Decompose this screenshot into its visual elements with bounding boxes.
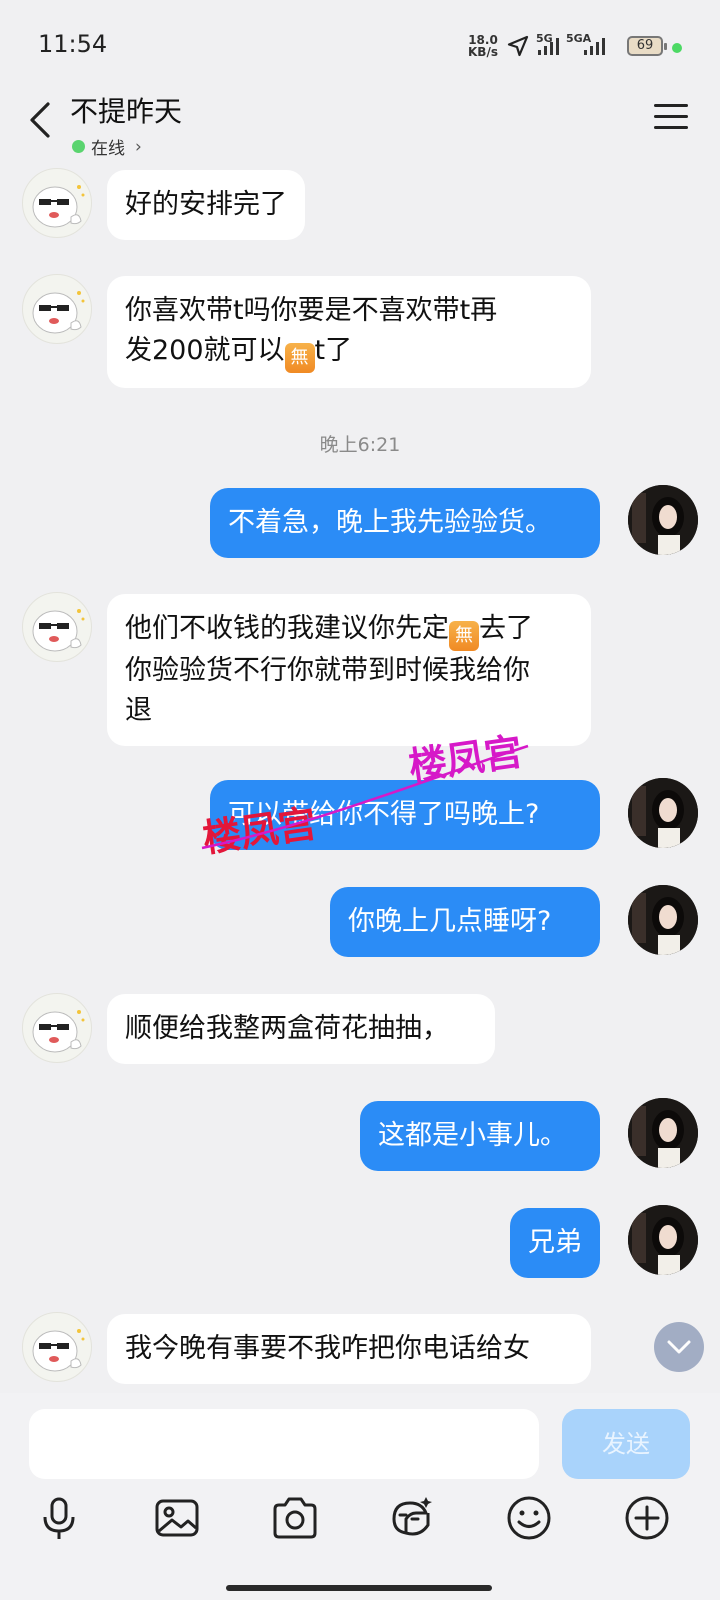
cat-sticker-icon	[32, 291, 85, 334]
profile-photo-icon	[628, 485, 698, 555]
time-separator: 晚上6:21	[319, 434, 401, 456]
emoji-icon: 無	[449, 621, 479, 651]
contact-avatar[interactable]	[22, 1312, 92, 1382]
contact-avatar[interactable]	[22, 592, 92, 662]
online-status-text: 在线	[91, 139, 125, 159]
back-arrow-icon[interactable]	[26, 100, 56, 140]
message-text: 他们不收钱的我建议你先定	[125, 613, 449, 644]
sticker-icon[interactable]	[386, 1493, 436, 1543]
cat-sticker-icon	[32, 1329, 85, 1372]
emoji-icon: 無	[284, 343, 315, 373]
message-bubble-incoming[interactable]: 好的安排完了	[107, 170, 305, 240]
chat-title[interactable]: 不提昨天	[70, 90, 182, 130]
watermark-swoosh	[201, 744, 529, 850]
net-speed-unit: KB/s	[468, 45, 498, 59]
input-area: 发送	[0, 1393, 720, 1600]
contact-avatar[interactable]	[22, 274, 92, 344]
message-input[interactable]	[29, 1409, 539, 1479]
message-bubble-incoming[interactable]: 我今晚有事要不我咋把你电话给女	[107, 1314, 591, 1384]
message-bubble-outgoing[interactable]: 不着急，晚上我先验验货。	[210, 488, 600, 558]
message-clip-region: 我今晚有事要不我咋把你电话给女	[0, 1300, 720, 1393]
image-icon[interactable]	[152, 1493, 202, 1543]
profile-photo-icon	[628, 1098, 698, 1168]
menu-icon[interactable]	[654, 104, 688, 132]
cat-sticker-icon	[32, 1010, 85, 1053]
net-speed: 18.0 KB/s	[468, 34, 498, 58]
chevron-down-icon	[667, 1340, 691, 1354]
signal-bars-icon	[584, 38, 605, 55]
message-bubble-incoming[interactable]: 他们不收钱的我建议你先定無去了 你验验货不行你就带到时候我给你 退	[107, 594, 591, 746]
my-avatar[interactable]	[628, 778, 698, 848]
signal-bars-icon	[538, 38, 559, 55]
my-avatar[interactable]	[628, 485, 698, 555]
message-text: t了	[314, 335, 353, 366]
message-bubble-incoming[interactable]: 你喜欢带t吗你要是不喜欢带t再 发200就可以無 t了	[107, 276, 591, 388]
contact-avatar[interactable]	[22, 168, 92, 238]
my-avatar[interactable]	[628, 1205, 698, 1275]
camera-icon[interactable]	[270, 1493, 320, 1543]
home-indicator[interactable]	[226, 1585, 492, 1591]
scroll-to-bottom-button[interactable]	[654, 1322, 704, 1372]
online-status[interactable]: 在线 ›	[72, 134, 142, 159]
profile-photo-icon	[628, 1205, 698, 1275]
message-bubble-outgoing[interactable]: 兄弟	[510, 1208, 600, 1278]
message-bubble-incoming[interactable]: 顺便给我整两盒荷花抽抽，	[107, 994, 495, 1064]
plus-icon[interactable]	[622, 1493, 672, 1543]
message-bubble-outgoing[interactable]: 你晚上几点睡呀?	[330, 887, 600, 957]
profile-photo-icon	[628, 885, 698, 955]
send-button[interactable]: 发送	[562, 1409, 690, 1479]
battery-indicator: 69	[627, 36, 667, 56]
input-toolbar	[0, 1493, 720, 1553]
profile-photo-icon	[628, 778, 698, 848]
cat-sticker-icon	[32, 609, 85, 652]
message-bubble-outgoing[interactable]: 这都是小事儿。	[360, 1101, 600, 1171]
location-icon	[507, 35, 529, 57]
my-avatar[interactable]	[628, 1098, 698, 1168]
online-dot-icon	[72, 140, 85, 153]
status-time: 11:54	[38, 30, 108, 58]
chat-header: 不提昨天 在线 ›	[0, 90, 720, 170]
privacy-dot	[672, 43, 682, 53]
cat-sticker-icon	[32, 185, 85, 228]
emoji-icon[interactable]	[504, 1493, 554, 1543]
my-avatar[interactable]	[628, 885, 698, 955]
contact-avatar[interactable]	[22, 993, 92, 1063]
status-bar: 11:54 18.0 KB/s 5G 5GA 69	[0, 0, 720, 90]
mic-icon[interactable]	[34, 1493, 84, 1543]
chevron-right-icon: ›	[135, 136, 142, 157]
